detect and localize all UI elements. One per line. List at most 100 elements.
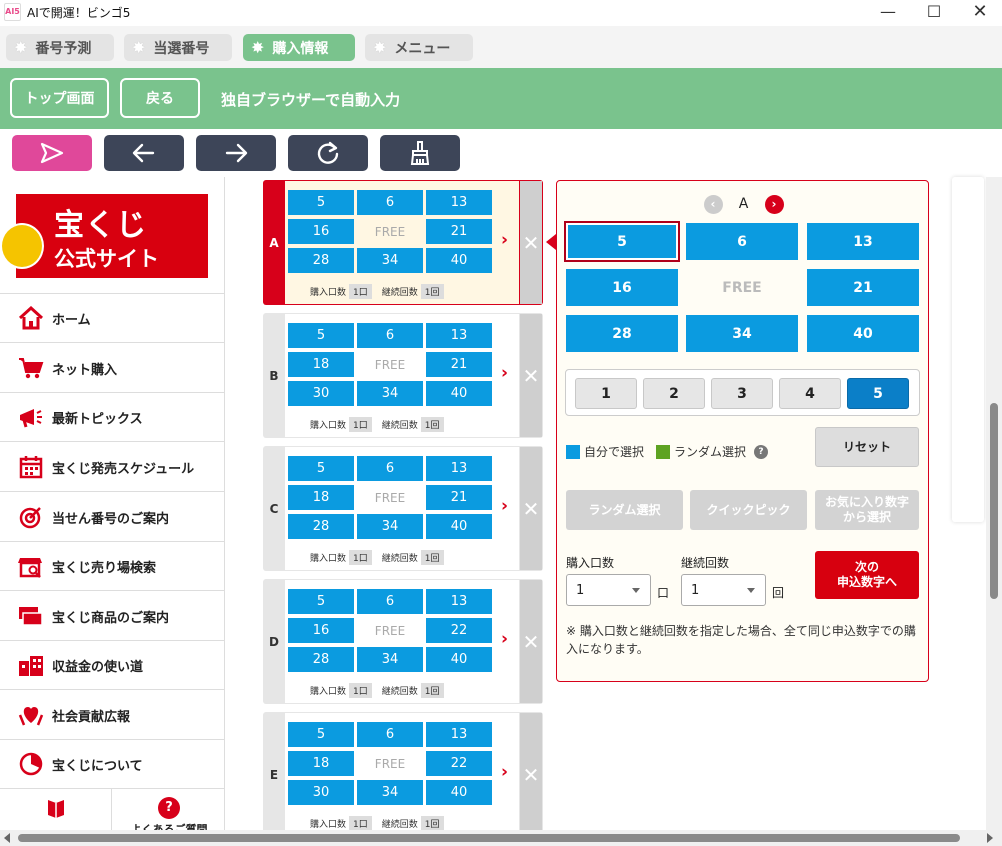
scroll-right-icon[interactable] [987, 833, 993, 843]
number-cell[interactable]: 6 [357, 456, 423, 481]
panel-number-cell[interactable]: 28 [566, 315, 678, 352]
panel-number-cell[interactable]: 21 [807, 269, 919, 306]
number-cell[interactable]: 34 [357, 514, 423, 539]
tab-purchase-info[interactable]: ✸ 購入情報 [243, 34, 355, 61]
faq-button[interactable]: ? よくあるご質問 [113, 788, 224, 830]
number-cell[interactable]: 40 [426, 514, 492, 539]
number-cell[interactable]: 34 [357, 647, 423, 672]
delete-icon[interactable]: ✕ [520, 314, 542, 437]
number-cell[interactable]: 6 [357, 589, 423, 614]
ticket-card-c[interactable]: C 5 6 13 18 FREE 21 28 34 40 購入口数 1口 継続回数 1… [263, 446, 543, 571]
number-cell[interactable]: 28 [288, 647, 354, 672]
sidebar-item-store-search[interactable]: 宝くじ売り場検索 [0, 542, 224, 591]
next-entry-button[interactable]: 次の 申込数字へ [815, 551, 919, 599]
tab-prediction[interactable]: ✸ 番号予測 [6, 34, 114, 61]
number-cell[interactable]: 28 [288, 514, 354, 539]
bookmark-button[interactable] [0, 788, 112, 830]
number-cell[interactable]: 13 [426, 190, 492, 215]
number-cell[interactable]: 21 [426, 485, 492, 510]
number-cell[interactable]: 5 [288, 456, 354, 481]
number-cell[interactable]: 40 [426, 381, 492, 406]
top-screen-button[interactable]: トップ画面 [10, 78, 109, 118]
chevron-right-icon[interactable]: › [501, 762, 508, 782]
ticket-card-b[interactable]: B 5 6 13 18 FREE 21 30 34 40 購入口数 1口 継続回数 1… [263, 313, 543, 438]
ticket-card-e[interactable]: E 5 6 13 18 FREE 22 30 34 40 購入口数 1口 継続回数 1… [263, 712, 543, 830]
horizontal-scrollbar[interactable] [0, 830, 1002, 846]
kuchi-select[interactable]: 1 [566, 574, 651, 606]
panel-number-cell[interactable]: 40 [807, 315, 919, 352]
sidebar-item-winning-numbers[interactable]: 当せん番号のご案内 [0, 493, 224, 542]
back-button[interactable]: 戻る [120, 78, 200, 118]
help-icon[interactable]: ? [754, 444, 769, 459]
delete-icon[interactable]: ✕ [520, 713, 542, 830]
ticket-card-a[interactable]: A 5 6 13 16 FREE 21 28 34 40 購入口数 1口 継続回数 1… [263, 180, 543, 305]
number-choice-2[interactable]: 2 [643, 378, 705, 409]
clear-button[interactable] [380, 135, 460, 171]
reload-button[interactable] [288, 135, 368, 171]
delete-icon[interactable]: ✕ [520, 447, 542, 570]
number-cell[interactable]: 34 [357, 780, 423, 805]
number-cell[interactable]: 22 [426, 618, 492, 643]
number-cell[interactable]: 6 [357, 190, 423, 215]
prev-card-icon[interactable]: ‹ [703, 194, 723, 214]
reset-button[interactable]: リセット [815, 427, 919, 467]
chevron-right-icon[interactable]: › [501, 230, 508, 250]
chevron-right-icon[interactable]: › [501, 629, 508, 649]
site-logo-area[interactable]: 宝くじ 公式サイト [0, 177, 224, 294]
number-cell[interactable]: 6 [357, 722, 423, 747]
number-cell[interactable]: 18 [288, 751, 354, 776]
tab-results[interactable]: ✸ 当選番号 [124, 34, 232, 61]
number-cell[interactable]: 13 [426, 323, 492, 348]
number-choice-3[interactable]: 3 [711, 378, 773, 409]
sidebar-item-products[interactable]: 宝くじ商品のご案内 [0, 592, 224, 641]
panel-number-cell[interactable]: 16 [566, 269, 678, 306]
sidebar-item-proceeds[interactable]: 収益金の使い道 [0, 641, 224, 690]
number-cell[interactable]: 30 [288, 780, 354, 805]
number-cell[interactable]: 40 [426, 780, 492, 805]
number-cell[interactable]: 5 [288, 722, 354, 747]
number-cell[interactable]: 5 [288, 589, 354, 614]
horizontal-scroll-thumb[interactable] [18, 834, 960, 842]
number-cell[interactable]: 13 [426, 456, 492, 481]
ticket-card-d[interactable]: D 5 6 13 16 FREE 22 28 34 40 購入口数 1口 継続回数 1… [263, 579, 543, 704]
number-cell[interactable]: 34 [357, 381, 423, 406]
forward-nav-button[interactable] [196, 135, 276, 171]
number-cell[interactable]: 16 [288, 219, 354, 244]
number-cell[interactable]: 5 [288, 323, 354, 348]
number-cell[interactable]: 5 [288, 190, 354, 215]
number-cell[interactable]: 13 [426, 722, 492, 747]
panel-number-cell[interactable]: 5 [564, 221, 680, 262]
number-cell[interactable]: 21 [426, 352, 492, 377]
chevron-right-icon[interactable]: › [501, 363, 508, 383]
favorite-numbers-button[interactable]: お気に入り数字 から選択 [815, 490, 919, 530]
number-choice-1[interactable]: 1 [575, 378, 637, 409]
close-window-icon[interactable]: ✕ [958, 0, 1002, 26]
sidebar-item-net-purchase[interactable]: ネット購入 [0, 344, 224, 393]
number-cell[interactable]: 16 [288, 618, 354, 643]
chevron-right-icon[interactable]: › [501, 496, 508, 516]
minimize-icon[interactable]: — [866, 0, 910, 26]
number-choice-5[interactable]: 5 [847, 378, 909, 409]
number-cell[interactable]: 18 [288, 352, 354, 377]
number-cell[interactable]: 34 [357, 248, 423, 273]
number-cell[interactable]: 28 [288, 248, 354, 273]
sidebar-item-topics[interactable]: 最新トピックス [0, 393, 224, 442]
number-cell[interactable]: 30 [288, 381, 354, 406]
vertical-scroll-thumb[interactable] [990, 403, 998, 599]
panel-number-cell[interactable]: 6 [686, 223, 798, 260]
sidebar-item-about[interactable]: 宝くじについて [0, 740, 224, 789]
number-choice-4[interactable]: 4 [779, 378, 841, 409]
number-cell[interactable]: 40 [426, 248, 492, 273]
number-cell[interactable]: 13 [426, 589, 492, 614]
vertical-scrollbar[interactable] [986, 177, 1002, 830]
panel-number-cell[interactable]: 34 [686, 315, 798, 352]
delete-icon[interactable]: ✕ [520, 181, 542, 304]
sidebar-item-home[interactable]: ホーム [0, 294, 224, 343]
next-card-icon[interactable]: › [764, 194, 784, 214]
delete-icon[interactable]: ✕ [520, 580, 542, 703]
quick-pick-button[interactable]: クイックピック [690, 490, 807, 530]
number-cell[interactable]: 40 [426, 647, 492, 672]
panel-number-cell[interactable]: 13 [807, 223, 919, 260]
random-select-button[interactable]: ランダム選択 [566, 490, 683, 530]
number-cell[interactable]: 6 [357, 323, 423, 348]
